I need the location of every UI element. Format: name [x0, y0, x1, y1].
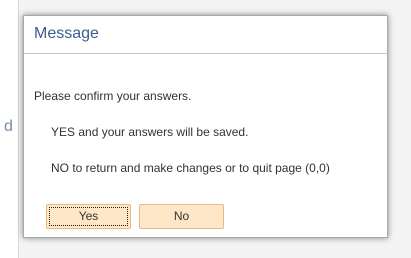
background-text-fragment: d — [4, 118, 13, 135]
no-button-label: No — [173, 209, 190, 223]
yes-button[interactable]: Yes — [46, 204, 131, 229]
message-line-yes: YES and your answers will be saved. — [51, 125, 249, 139]
no-button[interactable]: No — [139, 204, 224, 229]
dialog-titlebar[interactable]: Message — [24, 16, 387, 54]
message-line-no: NO to return and make changes or to quit… — [51, 161, 330, 175]
dialog-title: Message — [34, 25, 99, 42]
focus-ring — [49, 207, 128, 226]
message-dialog: Message Please confirm your answers. YES… — [23, 15, 388, 238]
background-panel: d — [0, 0, 19, 258]
message-line-confirm: Please confirm your answers. — [34, 89, 192, 103]
